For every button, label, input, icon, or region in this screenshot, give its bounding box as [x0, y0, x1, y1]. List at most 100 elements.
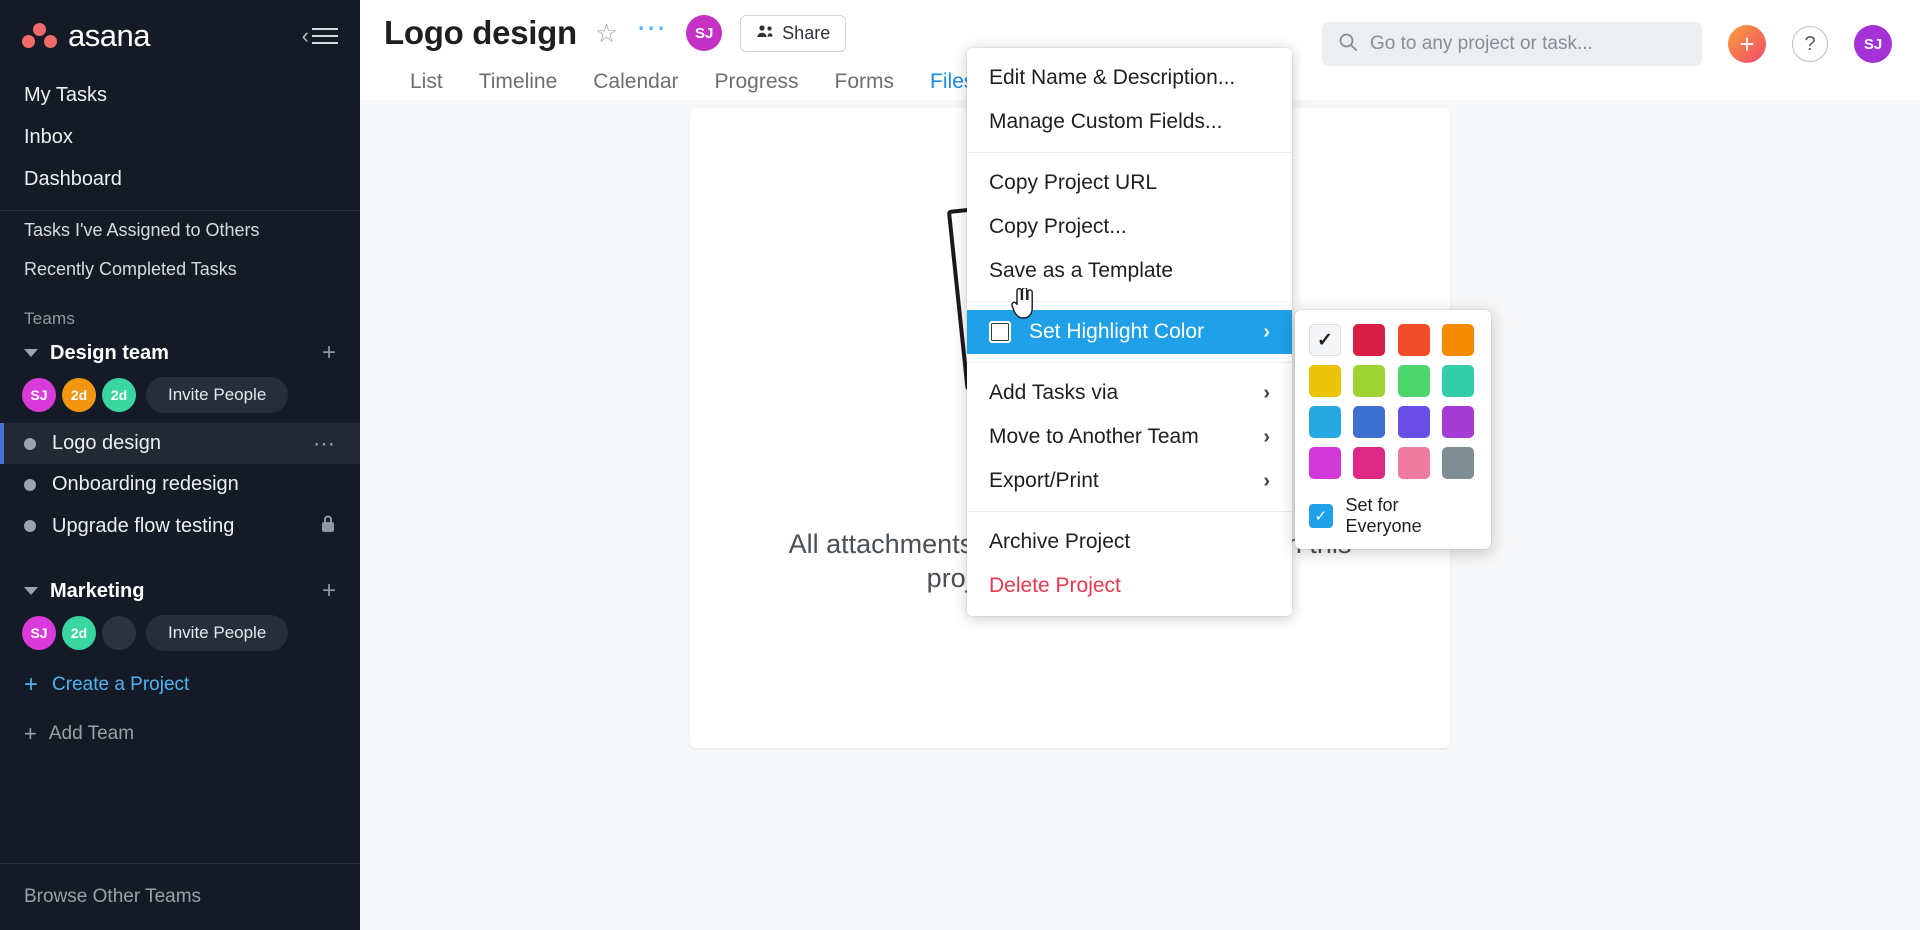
page-title: Logo design: [384, 14, 577, 51]
add-team-button[interactable]: + Add Team: [0, 709, 360, 759]
team-header-marketing[interactable]: Marketing +: [0, 573, 360, 609]
color-swatch-crimson[interactable]: [1353, 324, 1386, 356]
color-swatch-light-blue[interactable]: [1309, 406, 1341, 438]
menu-item-edit-name-description[interactable]: Edit Name & Description...: [967, 56, 1292, 100]
sidebar-item-my-tasks[interactable]: My Tasks: [0, 74, 360, 116]
menu-item-label: Move to Another Team: [989, 425, 1199, 448]
avatar[interactable]: 2d: [62, 378, 96, 412]
color-swatch-purple[interactable]: [1441, 406, 1474, 438]
set-for-everyone-row[interactable]: ✓ Set for Everyone: [1309, 495, 1477, 537]
share-button[interactable]: Share: [740, 14, 847, 52]
sidebar-project-logo-design[interactable]: Logo design ⋯: [0, 423, 360, 464]
color-swatch-yellow-green[interactable]: [1353, 365, 1386, 397]
create-a-project-label: Create a Project: [52, 674, 190, 695]
menu-item-copy-project-url[interactable]: Copy Project URL: [967, 161, 1292, 205]
team-members-marketing: SJ 2d Invite People: [0, 609, 360, 661]
lock-icon: [320, 514, 336, 538]
sidebar: asana ‹ My Tasks Inbox Dashboard Tasks I…: [0, 0, 360, 930]
highlight-color-swatch-icon: [989, 321, 1011, 343]
menu-item-copy-project[interactable]: Copy Project...: [967, 205, 1292, 249]
project-overflow-icon[interactable]: ⋯: [313, 432, 336, 454]
invite-people-button[interactable]: Invite People: [146, 615, 289, 651]
chevron-down-icon[interactable]: [24, 587, 38, 595]
avatar[interactable]: 2d: [62, 616, 96, 650]
project-owner-avatar[interactable]: SJ: [686, 15, 723, 51]
sidebar-item-tasks-assigned[interactable]: Tasks I've Assigned to Others: [0, 211, 360, 250]
plus-icon: +: [24, 671, 39, 698]
color-swatch-pink[interactable]: [1353, 447, 1386, 479]
sidebar-project-onboarding-redesign[interactable]: Onboarding redesign: [0, 464, 360, 505]
avatar-placeholder[interactable]: [102, 616, 136, 650]
avatar[interactable]: SJ: [22, 616, 56, 650]
menu-item-move-to-another-team[interactable]: Move to Another Team ›: [967, 415, 1292, 459]
add-to-team-icon[interactable]: +: [322, 341, 336, 365]
menu-item-delete-project[interactable]: Delete Project: [967, 564, 1292, 608]
quick-add-button[interactable]: +: [1728, 25, 1766, 63]
asana-logo-icon: [22, 23, 58, 49]
color-swatch-blue[interactable]: [1353, 406, 1386, 438]
asana-logo[interactable]: asana: [22, 18, 150, 54]
avatar[interactable]: 2d: [102, 378, 136, 412]
color-swatch-cool-gray[interactable]: [1441, 447, 1474, 479]
create-a-project-button[interactable]: + Create a Project: [0, 661, 360, 709]
color-swatch-orange[interactable]: [1441, 324, 1474, 356]
sidebar-item-inbox[interactable]: Inbox: [0, 116, 360, 158]
color-swatch-none[interactable]: ✓: [1309, 324, 1341, 356]
sidebar-secondary-nav: Tasks I've Assigned to Others Recently C…: [0, 211, 360, 289]
help-button[interactable]: ?: [1792, 26, 1828, 62]
search-icon: [1338, 32, 1358, 57]
project-name: Onboarding redesign: [52, 473, 239, 495]
sidebar-project-upgrade-flow-testing[interactable]: Upgrade flow testing: [0, 505, 360, 547]
menu-item-save-as-template[interactable]: Save as a Template: [967, 249, 1292, 293]
project-header: Logo design ☆ ⋯ SJ Share List Timeline C…: [360, 0, 975, 108]
menu-divider: [967, 511, 1292, 512]
color-swatch-green[interactable]: [1397, 365, 1430, 397]
top-bar-right: Go to any project or task... + ? SJ: [1322, 0, 1920, 66]
color-swatch-hot-pink[interactable]: [1397, 447, 1430, 479]
sidebar-item-recently-completed[interactable]: Recently Completed Tasks: [0, 250, 360, 289]
menu-item-label: Set Highlight Color: [1029, 320, 1205, 343]
sidebar-primary-nav: My Tasks Inbox Dashboard: [0, 64, 360, 200]
project-actions-overflow-button[interactable]: ⋯: [636, 13, 668, 46]
menu-divider: [967, 362, 1292, 363]
team-name: Design team: [50, 341, 169, 364]
favorite-star-icon[interactable]: ☆: [595, 18, 618, 49]
menu-divider: [967, 152, 1292, 153]
color-swatch-indigo[interactable]: [1397, 406, 1430, 438]
chevron-down-icon[interactable]: [24, 349, 38, 357]
sidebar-teams-section: Teams Design team + SJ 2d 2d Invite Peop…: [0, 289, 360, 863]
highlight-color-submenu: ✓ ✓ Set for Everyone: [1295, 310, 1491, 549]
menu-item-archive-project[interactable]: Archive Project: [967, 520, 1292, 564]
menu-item-manage-custom-fields[interactable]: Manage Custom Fields...: [967, 100, 1292, 144]
search-input[interactable]: Go to any project or task...: [1322, 22, 1702, 66]
chevron-right-icon: ›: [1263, 320, 1270, 343]
menu-item-export-print[interactable]: Export/Print ›: [967, 459, 1292, 503]
add-team-label: Add Team: [48, 723, 135, 744]
color-swatch-yellow[interactable]: [1309, 365, 1341, 397]
avatar[interactable]: SJ: [22, 378, 56, 412]
user-avatar[interactable]: SJ: [1854, 25, 1892, 63]
project-dot-icon: [24, 478, 36, 491]
set-for-everyone-checkbox[interactable]: ✓: [1309, 504, 1333, 528]
color-swatch-magenta[interactable]: [1309, 447, 1341, 479]
project-dot-icon: [24, 437, 36, 450]
color-swatch-teal[interactable]: [1441, 365, 1474, 397]
sidebar-item-dashboard[interactable]: Dashboard: [0, 158, 360, 200]
project-title-row: Logo design ☆ ⋯ SJ Share: [384, 13, 974, 52]
collapse-sidebar-button[interactable]: ‹: [302, 25, 338, 47]
menu-item-label: Export/Print: [989, 469, 1099, 492]
chevron-right-icon: ›: [1263, 381, 1270, 404]
set-for-everyone-label: Set for Everyone: [1345, 495, 1422, 536]
main-panel: Logo design ☆ ⋯ SJ Share List Timeline C…: [360, 0, 1920, 930]
color-swatch-red-orange[interactable]: [1397, 324, 1430, 356]
browse-other-teams-button[interactable]: Browse Other Teams: [0, 863, 360, 930]
share-icon: [756, 23, 774, 44]
invite-people-button[interactable]: Invite People: [146, 377, 289, 413]
add-to-team-icon[interactable]: +: [322, 579, 336, 603]
menu-item-set-highlight-color[interactable]: Set Highlight Color ›: [967, 310, 1292, 354]
team-members-design-team: SJ 2d 2d Invite People: [0, 371, 360, 423]
plus-icon: +: [24, 721, 37, 746]
menu-item-add-tasks-via[interactable]: Add Tasks via ›: [967, 371, 1292, 415]
team-header-design-team[interactable]: Design team +: [0, 335, 360, 371]
check-icon: ✓: [1317, 329, 1333, 351]
